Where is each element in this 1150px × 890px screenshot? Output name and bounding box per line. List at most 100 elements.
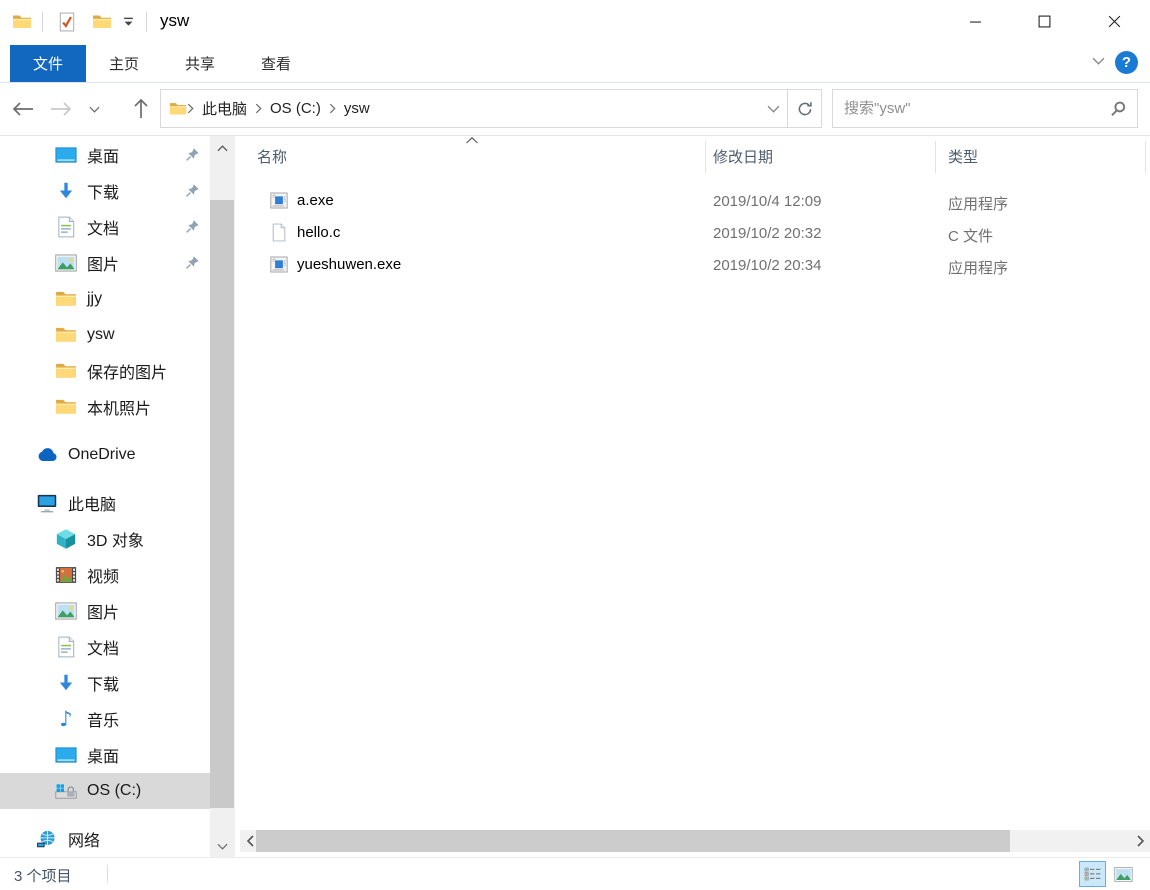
sidebar-item-label: 桌面 [87, 749, 120, 766]
file-date: 2019/10/2 20:34 [713, 257, 822, 274]
sidebar-item-label: OneDrive [68, 446, 136, 463]
qat-separator-2 [146, 12, 147, 32]
new-folder-button[interactable] [92, 12, 112, 32]
breadcrumb-chevron-icon[interactable] [255, 103, 262, 114]
pin-icon [185, 183, 200, 198]
sidebar-item-os-c[interactable]: OS (C:) [0, 773, 210, 809]
details-view-button[interactable] [1079, 861, 1106, 887]
sidebar-item-downloads-pinned[interactable]: 下载 [0, 173, 210, 209]
sidebar-item-downloads[interactable]: 下载 [0, 665, 210, 701]
sidebar-item-label: 文档 [87, 641, 120, 658]
network-icon [36, 828, 58, 850]
sidebar-item-music[interactable]: ♪ 音乐 [0, 701, 210, 737]
sidebar-item-pictures[interactable]: 图片 [0, 593, 210, 629]
sidebar-item-onedrive[interactable]: OneDrive [0, 437, 210, 473]
sidebar-item-saved-pictures[interactable]: 保存的图片 [0, 353, 210, 389]
maximize-button[interactable] [1021, 0, 1067, 42]
documents-icon [55, 216, 77, 238]
file-row-a.exe[interactable]: a.exe 2019/10/4 12:09 应用程序 [240, 185, 1150, 217]
title-bar: ysw [0, 0, 1150, 45]
breadcrumb-chevron-icon[interactable] [187, 103, 194, 114]
back-button[interactable] [11, 97, 35, 121]
address-folder-icon [169, 101, 187, 117]
tab-share[interactable]: 共享 [172, 45, 228, 82]
scroll-up-icon[interactable] [210, 139, 235, 157]
sidebar-section-onedrive: OneDrive [0, 437, 210, 473]
up-button[interactable] [129, 97, 153, 121]
file-row-hello.c[interactable]: hello.c 2019/10/2 20:32 C 文件 [240, 217, 1150, 249]
scroll-right-icon[interactable] [1132, 830, 1148, 852]
sidebar-item-label: OS (C:) [87, 782, 142, 799]
close-button[interactable] [1091, 0, 1137, 42]
folder-icon [55, 324, 77, 346]
sidebar-tree: 桌面 下载 文档 图片 jjy ysw 保存的图片 本机照片 OneDrive 此电脑 3D 对象视… [0, 137, 210, 857]
sidebar-item-jjy[interactable]: jjy [0, 281, 210, 317]
sidebar-item-ysw[interactable]: ysw [0, 317, 210, 353]
sidebar-item-label: 此电脑 [68, 497, 117, 514]
sidebar-item-documents-pinned[interactable]: 文档 [0, 209, 210, 245]
sidebar-item-label: 文档 [87, 221, 120, 238]
horizontal-scrollbar-thumb[interactable] [256, 830, 1010, 852]
refresh-button[interactable] [787, 90, 821, 127]
column-header-type[interactable]: 类型 [948, 146, 978, 167]
sidebar-item-label: 视频 [87, 569, 120, 586]
address-dropdown-chevron[interactable] [759, 90, 787, 127]
address-bar[interactable]: 此电脑 OS (C:) ysw [160, 89, 822, 128]
scroll-down-icon[interactable] [210, 837, 235, 855]
tab-view[interactable]: 查看 [248, 45, 304, 82]
sidebar-item-label: 本机照片 [87, 401, 152, 418]
column-headers: 名称 修改日期 类型 [240, 136, 1150, 178]
sidebar-item-this-pc[interactable]: 此电脑 [0, 485, 210, 521]
horizontal-scrollbar[interactable] [240, 830, 1150, 852]
sidebar-item-documents[interactable]: 文档 [0, 629, 210, 665]
sidebar-scrollbar-thumb[interactable] [210, 200, 234, 808]
pin-icon [185, 219, 200, 234]
properties-button[interactable] [57, 12, 77, 32]
forward-button[interactable] [49, 97, 73, 121]
breadcrumb-item-0[interactable]: 此电脑 [194, 98, 255, 119]
music-icon: ♪ [59, 707, 73, 731]
sidebar-item-videos[interactable]: 视频 [0, 557, 210, 593]
expand-ribbon-chevron-icon[interactable] [1092, 57, 1108, 69]
file-type: C 文件 [948, 228, 994, 245]
sidebar-item-3d-objects[interactable]: 3D 对象 [0, 521, 210, 557]
tab-home[interactable]: 主页 [96, 45, 152, 82]
column-header-name[interactable]: 名称 [257, 146, 287, 167]
sidebar-item-network[interactable]: 网络 [0, 821, 210, 857]
minimize-button[interactable] [952, 0, 998, 42]
thumbnail-view-button[interactable] [1110, 861, 1137, 887]
video-icon [55, 564, 77, 586]
ribbon-tab-row: 文件 主页 共享 查看 [0, 45, 1150, 83]
folder-icon [55, 288, 77, 310]
sidebar-scrollbar[interactable] [210, 136, 235, 858]
search-icon [1109, 100, 1127, 118]
onedrive-icon [36, 444, 58, 466]
tab-file[interactable]: 文件 [10, 45, 86, 82]
sidebar-item-camera-roll[interactable]: 本机照片 [0, 389, 210, 425]
sort-ascending-icon [465, 137, 480, 145]
sidebar-item-label: 下载 [87, 677, 120, 694]
sidebar-item-label: 图片 [87, 257, 120, 274]
breadcrumb-item-2[interactable]: ysw [336, 100, 378, 117]
search-input[interactable] [833, 90, 1137, 127]
sidebar-item-label: 音乐 [87, 713, 120, 730]
desktop-icon [55, 744, 77, 766]
pictures-icon [55, 252, 77, 274]
cube-icon [55, 528, 77, 550]
sidebar-item-desktop-pinned[interactable]: 桌面 [0, 137, 210, 173]
search-box [832, 89, 1138, 128]
breadcrumb-item-1[interactable]: OS (C:) [262, 100, 329, 117]
file-row-yueshuwen.exe[interactable]: yueshuwen.exe 2019/10/2 20:34 应用程序 [240, 249, 1150, 281]
sidebar-item-pictures-pinned[interactable]: 图片 [0, 245, 210, 281]
help-button[interactable]: ? [1115, 51, 1138, 74]
window-title: ysw [160, 11, 190, 30]
recent-locations-chevron[interactable] [86, 97, 102, 121]
sidebar-item-label: jjy [87, 290, 103, 307]
documents-icon [55, 636, 77, 658]
qat-customize-dropdown[interactable] [122, 16, 135, 28]
sidebar-item-desktop[interactable]: 桌面 [0, 737, 210, 773]
qat-separator [42, 12, 43, 32]
breadcrumb-chevron-icon[interactable] [329, 103, 336, 114]
file-rows: a.exe 2019/10/4 12:09 应用程序 hello.c 2019/10/2… [240, 185, 1150, 281]
column-header-date[interactable]: 修改日期 [713, 146, 773, 167]
